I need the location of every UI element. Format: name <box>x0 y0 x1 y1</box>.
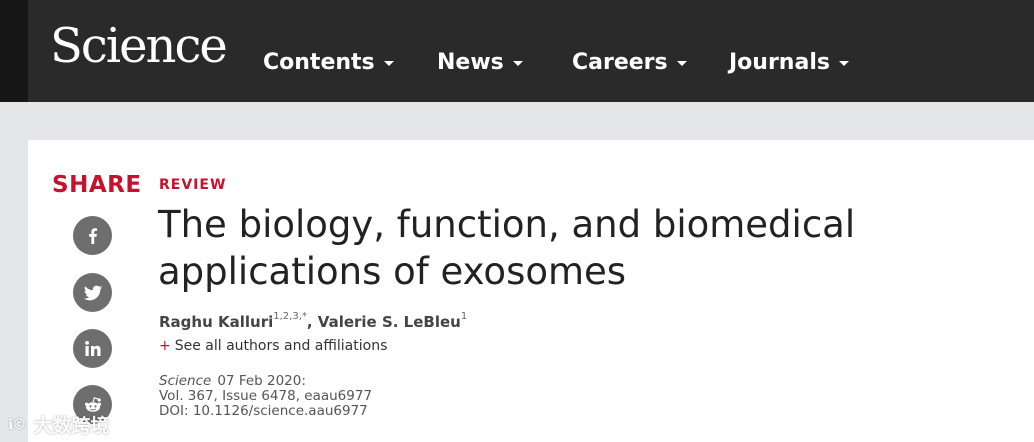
nav-careers-label: Careers <box>572 49 668 75</box>
share-label: SHARE <box>52 172 142 198</box>
journal-name: Science <box>159 373 212 389</box>
citation-date-line: Science 07 Feb 2020: <box>159 374 372 389</box>
science-logo[interactable]: Science <box>50 20 228 73</box>
chevron-down-icon <box>512 61 523 66</box>
nav-contents[interactable]: Contents <box>263 46 394 78</box>
facebook-icon <box>88 227 97 244</box>
author-name[interactable]: Raghu Kalluri <box>159 313 273 331</box>
nav-careers[interactable]: Careers <box>572 46 687 78</box>
article-title: The biology, function, and biomedical ap… <box>158 203 856 293</box>
chevron-down-icon <box>383 61 394 66</box>
watermark-logo: ℹ© <box>8 416 26 433</box>
watermark: ℹ© 大数跨境 <box>8 411 109 438</box>
chevron-down-icon <box>838 61 849 66</box>
author-list: Raghu Kalluri1,2,3,*, Valerie S. LeBleu1 <box>159 311 467 331</box>
twitter-share-button[interactable] <box>73 273 112 312</box>
twitter-icon <box>83 285 102 300</box>
citation-volume: Vol. 367, Issue 6478, eaau6977 <box>159 388 373 404</box>
nav-journals[interactable]: Journals <box>729 46 849 78</box>
nav-news[interactable]: News <box>437 46 523 78</box>
linkedin-share-button[interactable] <box>73 329 112 368</box>
publication-date: 07 Feb 2020: <box>217 373 306 389</box>
author-affiliation-marker[interactable]: 1,2,3,* <box>273 311 307 322</box>
citation-block: Science 07 Feb 2020: Vol. 367, Issue 6478… <box>159 374 372 419</box>
citation-doi[interactable]: DOI: 10.1126/science.aau6977 <box>159 404 372 419</box>
author-affiliation-marker[interactable]: 1 <box>461 311 467 322</box>
author-name[interactable]: Valerie S. LeBleu <box>318 313 461 331</box>
nav-news-label: News <box>437 49 504 75</box>
chevron-down-icon <box>676 61 687 66</box>
author-separator: , <box>306 313 318 331</box>
watermark-text: 大数跨境 <box>33 415 110 437</box>
header-left-strip <box>0 0 28 102</box>
linkedin-icon <box>84 340 100 356</box>
site-header: Science Contents News Careers Journals <box>0 0 1034 102</box>
nav-journals-label: Journals <box>729 49 830 75</box>
nav-contents-label: Contents <box>263 49 375 75</box>
see-all-authors-label: See all authors and affiliations <box>174 338 388 354</box>
plus-icon: + <box>159 338 171 354</box>
facebook-share-button[interactable] <box>73 216 112 255</box>
see-all-authors-link[interactable]: + See all authors and affiliations <box>159 338 387 354</box>
article-type-label: REVIEW <box>159 177 227 193</box>
